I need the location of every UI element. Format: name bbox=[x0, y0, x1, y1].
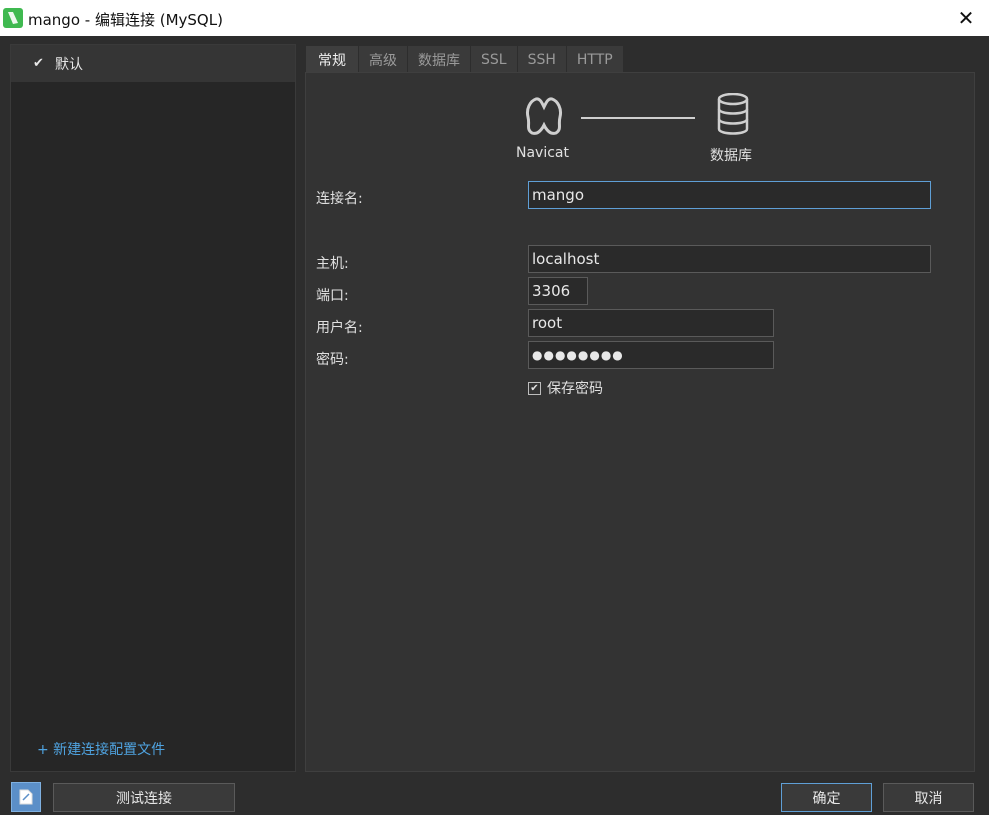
ok-button[interactable]: 确定 bbox=[781, 783, 872, 812]
tab-databases[interactable]: 数据库 bbox=[408, 46, 471, 73]
test-connection-button[interactable]: 测试连接 bbox=[53, 783, 235, 812]
check-icon: ✔ bbox=[33, 56, 44, 71]
port-input[interactable]: 3306 bbox=[528, 277, 588, 305]
general-tab-panel: Navicat 数据库 连接名: mango 主机: localhost 端口:… bbox=[305, 72, 975, 772]
navicat-label: Navicat bbox=[516, 145, 569, 161]
export-connection-button[interactable] bbox=[11, 782, 41, 812]
cancel-button[interactable]: 取消 bbox=[883, 783, 974, 812]
database-label: 数据库 bbox=[710, 148, 752, 164]
close-button[interactable]: ✕ bbox=[943, 0, 989, 36]
tab-ssh[interactable]: SSH bbox=[517, 46, 567, 73]
document-icon bbox=[19, 789, 33, 805]
save-password-checkbox[interactable]: ✔ 保存密码 bbox=[528, 378, 603, 398]
tab-http[interactable]: HTTP bbox=[566, 46, 624, 73]
tab-bar: 常规 高级 数据库 SSL SSH HTTP bbox=[306, 46, 624, 73]
port-label: 端口: bbox=[316, 288, 349, 304]
navicat-app-icon bbox=[3, 8, 23, 28]
connection-name-label: 连接名: bbox=[316, 191, 363, 207]
navicat-logo-icon bbox=[526, 97, 562, 135]
database-icon bbox=[717, 93, 749, 135]
tab-advanced[interactable]: 高级 bbox=[359, 46, 408, 73]
tab-ssl[interactable]: SSL bbox=[471, 46, 518, 73]
close-icon: ✕ bbox=[957, 6, 975, 30]
new-profile-link[interactable]: + 新建连接配置文件 bbox=[37, 739, 165, 759]
password-label: 密码: bbox=[316, 352, 349, 368]
tab-general[interactable]: 常规 bbox=[306, 46, 359, 73]
username-input[interactable]: root bbox=[528, 309, 774, 337]
save-password-label: 保存密码 bbox=[547, 381, 603, 397]
connection-line bbox=[581, 117, 695, 119]
title-bar: mango - 编辑连接 (MySQL) ✕ bbox=[0, 0, 989, 36]
checkbox-checked-icon: ✔ bbox=[528, 381, 541, 395]
profile-sidebar: ✔ 默认 + 新建连接配置文件 bbox=[10, 44, 296, 772]
host-label: 主机: bbox=[316, 256, 349, 272]
window-title: mango - 编辑连接 (MySQL) bbox=[28, 11, 223, 29]
connection-name-input[interactable]: mango bbox=[528, 181, 931, 209]
profile-label: 默认 bbox=[55, 56, 83, 73]
profile-item-default[interactable]: ✔ 默认 bbox=[11, 45, 295, 82]
username-label: 用户名: bbox=[316, 320, 363, 336]
host-input[interactable]: localhost bbox=[528, 245, 931, 273]
password-input[interactable]: ●●●●●●●● bbox=[528, 341, 774, 369]
